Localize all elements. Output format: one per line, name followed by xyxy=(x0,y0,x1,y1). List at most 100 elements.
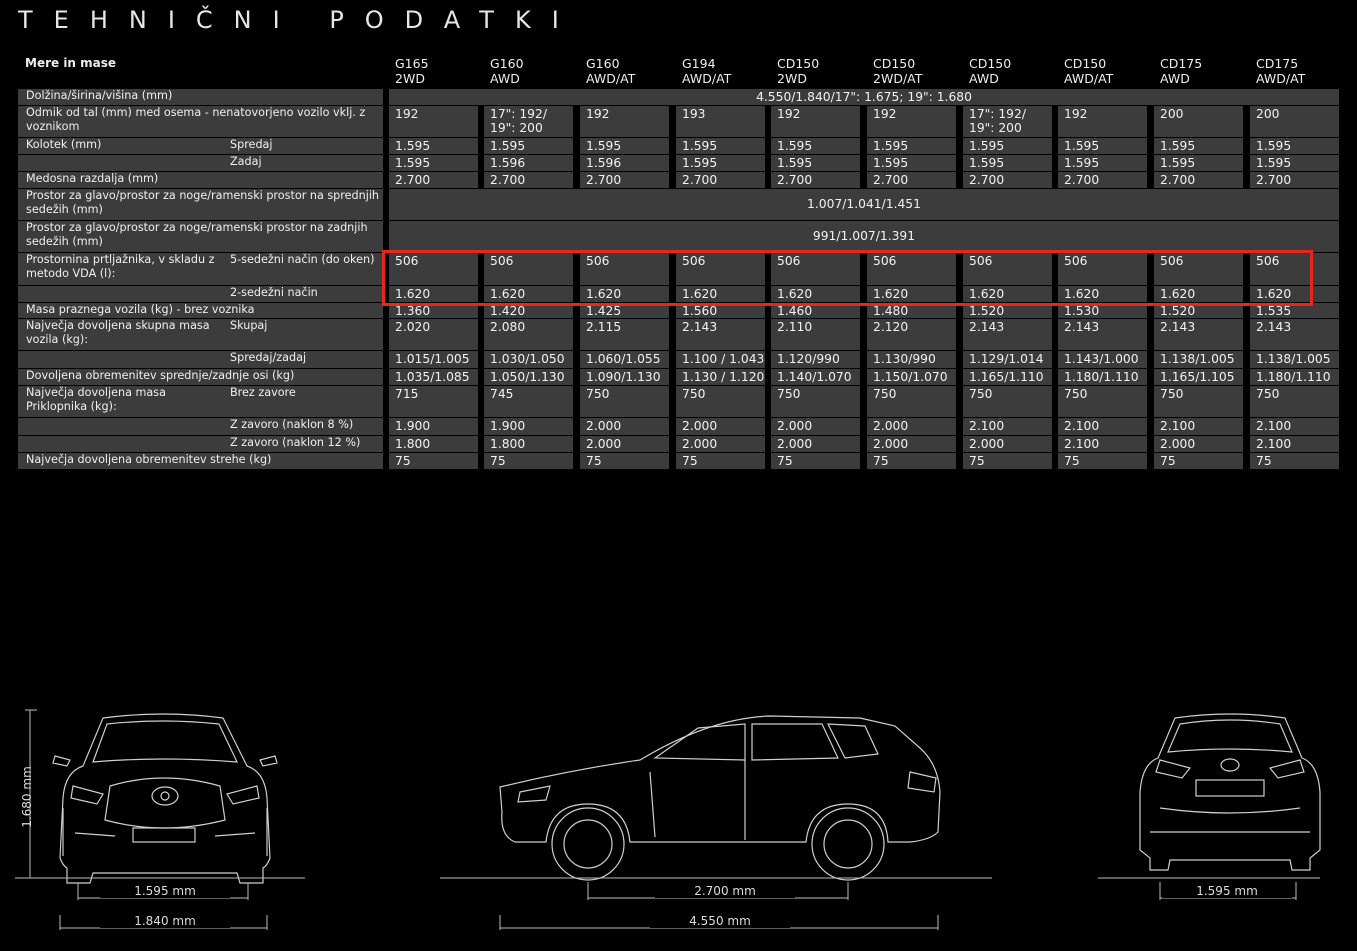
row-label-cell: Masa praznega vozila (kg) - brez voznika xyxy=(18,303,383,318)
value-cell: 1.050/1.130 xyxy=(484,369,573,385)
value-cell: 192 xyxy=(580,106,669,137)
row-sublabel: Spredaj/zadaj xyxy=(230,351,307,364)
value-cell: 1.100 / 1.043 xyxy=(676,351,765,368)
row-label: Odmik od tal (mm) med osema - nenatovorj… xyxy=(26,106,366,133)
column-drive: 2WD/AT xyxy=(873,71,923,86)
row-label: Največja dovoljena obremenitev strehe (k… xyxy=(26,453,272,466)
value-cell: 2.110 xyxy=(771,319,860,350)
column-code: CD175 xyxy=(1256,56,1299,71)
value-cell: 2.100 xyxy=(1154,418,1243,435)
value-cell: 1.129/1.014 xyxy=(963,351,1052,368)
column-header: G194 AWD/AT xyxy=(682,56,731,86)
spanning-value: 991/1.007/1.391 xyxy=(389,221,1339,252)
value-cell: 2.000 xyxy=(1154,436,1243,452)
row-label-cell: Odmik od tal (mm) med osema - nenatovorj… xyxy=(18,106,383,137)
value-cell: 2.000 xyxy=(771,436,860,452)
value-cell: 1.595 xyxy=(580,138,669,154)
value-cell: 2.000 xyxy=(676,418,765,435)
row-label-cell: Kolotek (mm) Spredaj xyxy=(18,138,383,154)
car-rear-view-drawing xyxy=(1139,713,1321,871)
row-label: Kolotek (mm) xyxy=(26,138,102,151)
value-cell: 1.595 xyxy=(676,155,765,171)
value-cell: 193 xyxy=(676,106,765,137)
value-cell: 1.180/1.110 xyxy=(1058,369,1147,385)
value-cell: 17": 192/ 19": 200 xyxy=(484,106,573,137)
car-side-view-drawing xyxy=(499,715,941,881)
value-cell: 1.595 xyxy=(1058,155,1147,171)
value-cell: 1.596 xyxy=(484,155,573,171)
row-label-cell: Zadaj xyxy=(18,155,383,171)
value-cell: 2.000 xyxy=(867,436,956,452)
row-label-cell: Prostor za glavo/prostor za noge/ramensk… xyxy=(18,221,383,252)
column-code: CD150 xyxy=(1064,56,1107,71)
value-cell: 1.165/1.105 xyxy=(1154,369,1243,385)
value-cell: 2.143 xyxy=(1154,319,1243,350)
value-cell: 1.035/1.085 xyxy=(389,369,478,385)
value-cell: 2.000 xyxy=(963,436,1052,452)
height-label: 1.680 mm xyxy=(20,766,34,828)
wheelbase-label: 2.700 mm xyxy=(655,884,795,898)
column-drive: AWD/AT xyxy=(682,71,732,86)
row-label-cell: Medosna razdalja (mm) xyxy=(18,172,383,188)
value-cell: 2.080 xyxy=(484,319,573,350)
row-label: Prostornina prtljažnika, v skladu z meto… xyxy=(26,253,215,280)
front-track-label: 1.595 mm xyxy=(100,884,230,898)
value-cell: 2.100 xyxy=(963,418,1052,435)
value-cell: 1.180/1.110 xyxy=(1250,369,1339,385)
value-cell: 75 xyxy=(1154,453,1243,469)
row-sublabel: Z zavoro (naklon 8 %) xyxy=(230,418,354,431)
column-drive: AWD xyxy=(969,71,999,86)
front-dimension-lines xyxy=(15,709,305,930)
column-header: CD150 AWD/AT xyxy=(1064,56,1113,86)
column-header: G165 2WD xyxy=(395,56,429,86)
value-cell: 1.800 xyxy=(389,436,478,452)
value-cell: 2.143 xyxy=(1250,319,1339,350)
value-cell: 750 xyxy=(1250,386,1339,417)
value-cell: 1.595 xyxy=(484,138,573,154)
column-header: G160 AWD/AT xyxy=(586,56,635,86)
value-cell: 1.130 / 1.120 xyxy=(676,369,765,385)
page-title: TEHNIČNI PODATKI xyxy=(18,6,580,34)
value-cell: 2.700 xyxy=(484,172,573,188)
value-cell: 1.143/1.000 xyxy=(1058,351,1147,368)
value-cell: 1.060/1.055 xyxy=(580,351,669,368)
row-sublabel: Z zavoro (naklon 12 %) xyxy=(230,436,361,449)
column-code: G160 xyxy=(490,56,524,71)
value-cell: 1.595 xyxy=(867,138,956,154)
value-cell: 2.115 xyxy=(580,319,669,350)
column-drive: AWD/AT xyxy=(586,71,636,86)
column-drive: 2WD xyxy=(777,71,807,86)
value-cell: 192 xyxy=(1058,106,1147,137)
column-drive: 2WD xyxy=(395,71,425,86)
column-code: CD150 xyxy=(873,56,916,71)
column-code: G160 xyxy=(586,56,620,71)
column-drive: AWD xyxy=(490,71,520,86)
value-cell: 192 xyxy=(771,106,860,137)
value-cell: 1.130/990 xyxy=(867,351,956,368)
value-cell: 75 xyxy=(771,453,860,469)
value-cell: 1.138/1.005 xyxy=(1250,351,1339,368)
column-code: G194 xyxy=(682,56,716,71)
column-header: G160 AWD xyxy=(490,56,524,86)
value-cell: 1.150/1.070 xyxy=(867,369,956,385)
row-sublabel: Skupaj xyxy=(230,319,268,332)
column-header: CD150 2WD xyxy=(777,56,819,86)
section-title: Mere in mase xyxy=(25,56,117,70)
value-cell: 1.165/1.110 xyxy=(963,369,1052,385)
value-cell: 2.100 xyxy=(1058,418,1147,435)
value-cell: 1.090/1.130 xyxy=(580,369,669,385)
row-sublabel: Zadaj xyxy=(230,155,262,168)
value-cell: 75 xyxy=(580,453,669,469)
value-cell: 1.595 xyxy=(771,155,860,171)
column-header: CD175 AWD/AT xyxy=(1256,56,1305,86)
value-cell: 1.140/1.070 xyxy=(771,369,860,385)
value-cell: 1.595 xyxy=(771,138,860,154)
row-sublabel: Brez zavore xyxy=(230,386,296,399)
column-code: CD150 xyxy=(777,56,820,71)
value-cell: 1.595 xyxy=(676,138,765,154)
column-header: CD175 AWD xyxy=(1160,56,1202,86)
value-cell: 2.700 xyxy=(389,172,478,188)
value-cell: 2.000 xyxy=(580,418,669,435)
value-cell: 1.595 xyxy=(1058,138,1147,154)
row-label-cell: Največja dovoljena obremenitev strehe (k… xyxy=(18,453,383,469)
